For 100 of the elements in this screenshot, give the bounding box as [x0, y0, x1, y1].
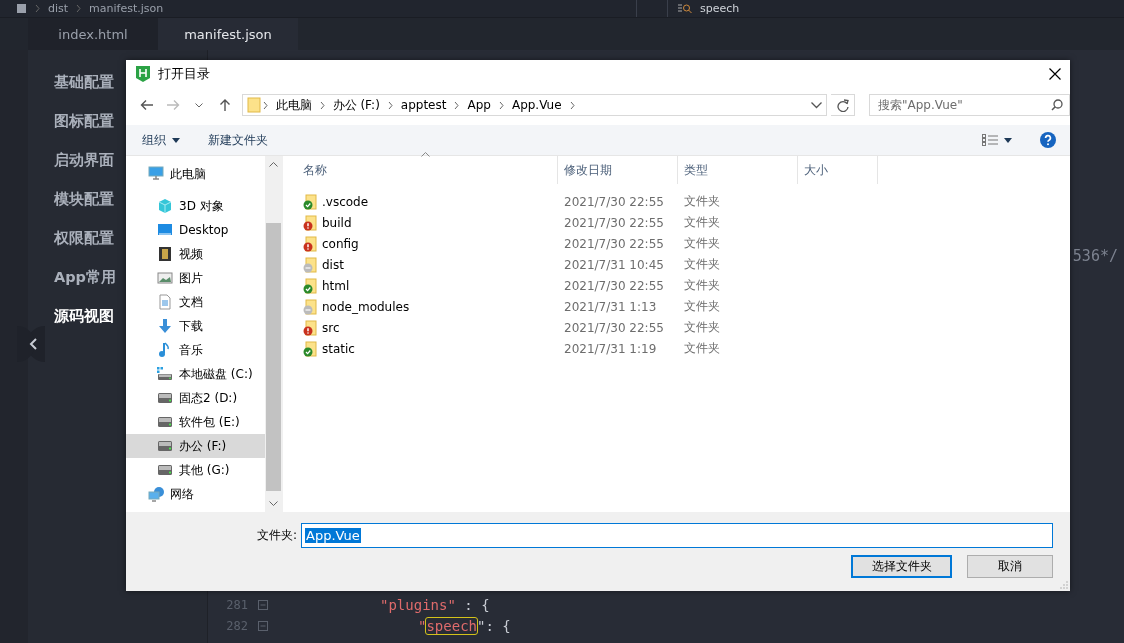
tree-item[interactable]: 固态2 (D:) — [126, 386, 265, 410]
table-cell-text: 2021/7/31 1:13 — [563, 299, 658, 314]
back-arrow-icon — [139, 99, 154, 111]
search-field[interactable]: 搜索"App.Vue" — [869, 94, 1070, 116]
folder-status-icon — [303, 340, 317, 357]
help-icon[interactable] — [1040, 132, 1056, 148]
breadcrumb-item[interactable]: dist — [48, 2, 69, 15]
folder-status-icon — [303, 256, 317, 273]
folder-status-icon — [303, 277, 317, 294]
table-cell-text: 文件夹 — [683, 298, 721, 315]
chevron-icon — [498, 100, 504, 110]
table-cell-text: 2021/7/30 22:55 — [563, 278, 665, 293]
column-header[interactable]: 名称 — [283, 156, 558, 184]
caret-icon — [194, 102, 203, 108]
code-token: " — [418, 617, 427, 634]
code-token: : { — [463, 596, 490, 613]
selected-text: App.Vue — [305, 528, 361, 543]
document-icon — [157, 294, 173, 310]
file-name[interactable]: html — [283, 277, 558, 294]
tree-item[interactable]: 软件包 (E:) — [126, 410, 265, 434]
down-arrow-icon — [157, 318, 173, 334]
picture-icon — [157, 270, 173, 286]
tree-item[interactable]: 视频 — [126, 242, 265, 266]
dropdown-icon[interactable] — [811, 101, 823, 109]
file-name[interactable]: src — [283, 319, 558, 336]
organize-menu[interactable]: 组织 — [142, 131, 180, 149]
address-crumb[interactable]: 办公 (F:) — [324, 96, 388, 114]
address-crumb[interactable]: App.Vue — [503, 98, 570, 112]
tree-item[interactable]: 文档 — [126, 290, 265, 314]
address-crumb[interactable]: 此电脑 — [267, 96, 320, 114]
tree-item[interactable]: 网络 — [126, 482, 265, 506]
column-header[interactable]: 类型 — [678, 156, 798, 184]
file-name[interactable]: static — [283, 340, 558, 357]
editor-tab[interactable]: index.html — [28, 18, 158, 50]
desktop-icon — [157, 222, 173, 238]
new-folder-button[interactable]: 新建文件夹 — [208, 131, 268, 149]
file-name[interactable]: config — [283, 235, 558, 252]
drive-icon — [157, 390, 173, 406]
tree-item[interactable]: 其他 (G:) — [126, 458, 265, 482]
code-token: "plugins" — [380, 596, 456, 613]
breadcrumb-item[interactable]: manifest.json — [89, 2, 164, 15]
chevron-icon — [387, 100, 393, 110]
dialog-button[interactable]: 取消 — [967, 555, 1053, 578]
folder-status-icon — [303, 214, 317, 231]
field-label: 文件夹: — [256, 527, 297, 544]
file-name[interactable]: node_modules — [283, 298, 558, 315]
table-cell-text: 2021/7/30 22:55 — [563, 215, 665, 230]
tree-item[interactable]: 音乐 — [126, 338, 265, 362]
search-text[interactable]: speech — [700, 2, 740, 15]
tree-item[interactable]: 3D 对象 — [126, 194, 265, 218]
drive-icon — [157, 462, 173, 478]
tree-item[interactable]: 下载 — [126, 314, 265, 338]
address-crumb[interactable]: apptest — [392, 98, 455, 112]
address-bar[interactable]: 此电脑 办公 (F:) apptest App App.Vue — [241, 94, 828, 116]
code-token: speech — [426, 617, 477, 634]
file-name[interactable]: dist — [283, 256, 558, 273]
table-cell-text: 文件夹 — [683, 235, 721, 252]
table-cell-text: 文件夹 — [683, 214, 721, 231]
file-icon — [16, 3, 27, 14]
editor-tab[interactable]: manifest.json — [158, 18, 298, 50]
app-logo-icon — [136, 66, 150, 82]
table-cell-text: 2021/7/31 1:19 — [563, 341, 658, 356]
file-name[interactable]: .vscode — [283, 193, 558, 210]
folder-icon — [246, 97, 261, 113]
up-chevron-icon — [269, 162, 278, 167]
tree-item[interactable]: 图片 — [126, 266, 265, 290]
scrollbar-thumb[interactable] — [266, 223, 281, 491]
column-header[interactable]: 修改日期 — [558, 156, 678, 184]
computer-icon — [148, 166, 164, 182]
folder-status-icon — [303, 193, 317, 210]
table-cell-text: 文件夹 — [683, 277, 721, 294]
column-header[interactable]: 大小 — [798, 156, 878, 184]
up-arrow-icon — [218, 98, 231, 112]
drive-icon — [157, 366, 173, 382]
table-cell-text: 文件夹 — [683, 193, 721, 210]
tree-item[interactable]: 办公 (F:) — [126, 434, 265, 458]
folder-field[interactable]: App.Vue — [301, 523, 1053, 548]
refresh-button[interactable] — [831, 94, 855, 116]
tree-item[interactable]: Desktop — [126, 218, 265, 242]
tree-item[interactable]: 此电脑 — [126, 162, 265, 186]
down-chevron-icon — [269, 501, 278, 506]
view-list-icon — [982, 134, 998, 146]
chevron-icon — [319, 100, 325, 110]
cube-icon — [157, 198, 173, 214]
chevron-icon — [262, 100, 268, 110]
folder-status-icon — [303, 319, 317, 336]
drive-icon — [157, 414, 173, 430]
view-button[interactable] — [982, 134, 1012, 146]
tree-item[interactable]: 本地磁盘 (C:) — [126, 362, 265, 386]
address-crumb[interactable]: App — [459, 98, 499, 112]
drive-icon — [157, 438, 173, 454]
table-cell-text: 文件夹 — [683, 340, 721, 357]
file-name[interactable]: build — [283, 214, 558, 231]
scrollbar[interactable] — [265, 156, 282, 512]
code-text: 536*/ — [1072, 247, 1118, 265]
refresh-icon — [836, 98, 849, 112]
dialog-button[interactable]: 选择文件夹 — [851, 555, 952, 578]
chevron-icon — [35, 4, 40, 13]
table-cell-text: 2021/7/30 22:55 — [563, 236, 665, 251]
search-icon[interactable] — [1051, 99, 1063, 111]
